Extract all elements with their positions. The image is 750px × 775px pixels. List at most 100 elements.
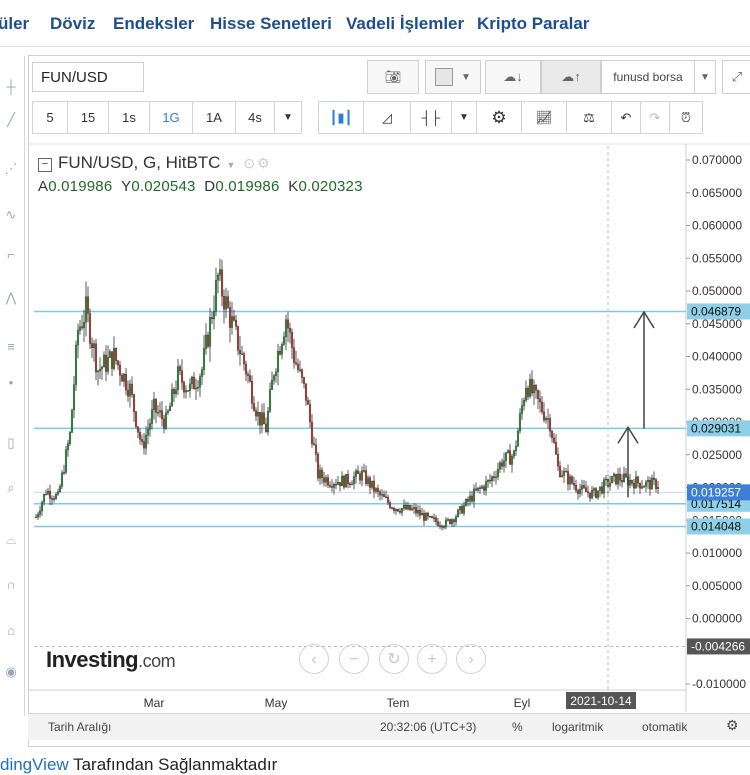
collapse-icon[interactable]: − xyxy=(38,158,52,172)
candle-body xyxy=(112,348,116,369)
candle-body xyxy=(164,412,168,429)
auto-toggle[interactable]: otomatik xyxy=(642,720,687,734)
candle-body xyxy=(168,406,172,412)
candle-body xyxy=(502,460,506,467)
candle-body xyxy=(376,488,380,492)
candle-body xyxy=(74,344,78,385)
candle-body xyxy=(316,454,320,479)
candle-body xyxy=(244,363,248,375)
candle-body xyxy=(94,343,98,373)
candle-body xyxy=(476,487,480,491)
logo-suffix: .com xyxy=(138,651,176,671)
candle-body xyxy=(460,506,464,514)
candle-body xyxy=(304,383,308,401)
logo-name: Investing xyxy=(46,647,139,672)
candle-body xyxy=(614,473,618,485)
candle-body xyxy=(236,326,240,351)
candle-body xyxy=(616,473,620,485)
candle-body xyxy=(158,410,162,413)
candle-body xyxy=(560,475,564,477)
candle-body xyxy=(100,366,104,370)
candle-body xyxy=(92,343,96,348)
candle-body xyxy=(368,477,372,488)
candle-body xyxy=(86,296,90,314)
candle-body xyxy=(516,430,520,447)
candle-body xyxy=(152,398,156,410)
candle-body xyxy=(490,476,494,482)
candle-body xyxy=(118,364,122,376)
candle-body xyxy=(220,269,224,297)
candle-body xyxy=(462,505,466,514)
candle-body xyxy=(526,388,530,397)
candle-body xyxy=(618,473,622,481)
candle-body xyxy=(566,471,570,485)
candle-body xyxy=(44,493,48,496)
percent-toggle[interactable]: % xyxy=(512,720,523,734)
candle-body xyxy=(446,519,450,521)
candle-body xyxy=(182,382,186,393)
date-range-button[interactable]: Tarih Aralığı xyxy=(48,720,111,734)
candle-body xyxy=(292,347,296,363)
candle-body xyxy=(274,371,278,376)
candle-body xyxy=(534,385,538,391)
candle-body xyxy=(138,431,142,440)
candle-body xyxy=(306,400,310,405)
plus-icon: + xyxy=(427,651,437,668)
candle-body xyxy=(334,484,338,486)
candle-body xyxy=(592,488,596,491)
candle-body xyxy=(438,525,442,527)
zoom-out-button[interactable]: − xyxy=(339,644,369,674)
candle-body xyxy=(390,507,394,509)
candle-body xyxy=(144,434,148,449)
eye-icon[interactable]: ⊙ xyxy=(243,155,255,171)
candle-body xyxy=(48,490,52,499)
close-key: K xyxy=(288,178,299,195)
candle-body xyxy=(572,482,576,486)
candle-body xyxy=(624,473,628,477)
legend-dropdown-icon[interactable]: ▼ xyxy=(226,160,235,170)
candle-body xyxy=(52,498,56,500)
tradingview-link[interactable]: dingView xyxy=(0,755,69,774)
candle-body xyxy=(332,484,336,488)
crosshair-date-label: 2021-10-14 xyxy=(570,694,632,708)
candle-body xyxy=(498,462,502,470)
current-price-label: 0.019257 xyxy=(691,485,741,499)
candle-body xyxy=(366,477,370,484)
candle-body xyxy=(190,376,194,385)
candle-body xyxy=(650,477,654,490)
candle-body xyxy=(154,398,158,413)
candle-body xyxy=(162,418,166,429)
candle-body xyxy=(80,326,84,329)
candle-body xyxy=(188,383,192,391)
candle-body xyxy=(328,485,332,487)
candle-body xyxy=(174,389,178,395)
zoom-in-button[interactable]: + xyxy=(417,644,447,674)
candle-body xyxy=(326,477,330,486)
candle-body xyxy=(122,373,126,382)
candle-body xyxy=(604,478,608,481)
chevron-right-icon: › xyxy=(468,651,474,668)
candle-body xyxy=(348,483,352,485)
candle-body xyxy=(388,502,392,508)
price-tick-label: 0.005000 xyxy=(692,579,742,593)
candle-body xyxy=(360,470,364,481)
reset-button[interactable]: ↻ xyxy=(379,644,409,674)
candle-body xyxy=(286,319,290,329)
candle-body xyxy=(142,441,146,449)
candle-body xyxy=(354,470,358,477)
candle-body xyxy=(298,369,302,371)
candle-body xyxy=(252,403,256,411)
candle-body xyxy=(234,320,238,327)
log-toggle[interactable]: logaritmik xyxy=(552,720,603,734)
scroll-right-button[interactable]: › xyxy=(456,644,486,674)
candle-body xyxy=(420,513,424,516)
candle-body xyxy=(380,494,384,496)
scroll-left-button[interactable]: ‹ xyxy=(299,644,329,674)
gear-icon[interactable]: ⚙ xyxy=(257,155,270,171)
gear-icon[interactable]: ⚙ xyxy=(726,717,739,734)
candle-body xyxy=(588,492,592,499)
time-axis-label: May xyxy=(265,696,288,710)
candle-body xyxy=(426,512,430,517)
horizontal-line-label: 0.046879 xyxy=(691,304,741,318)
candle-body xyxy=(442,526,446,528)
